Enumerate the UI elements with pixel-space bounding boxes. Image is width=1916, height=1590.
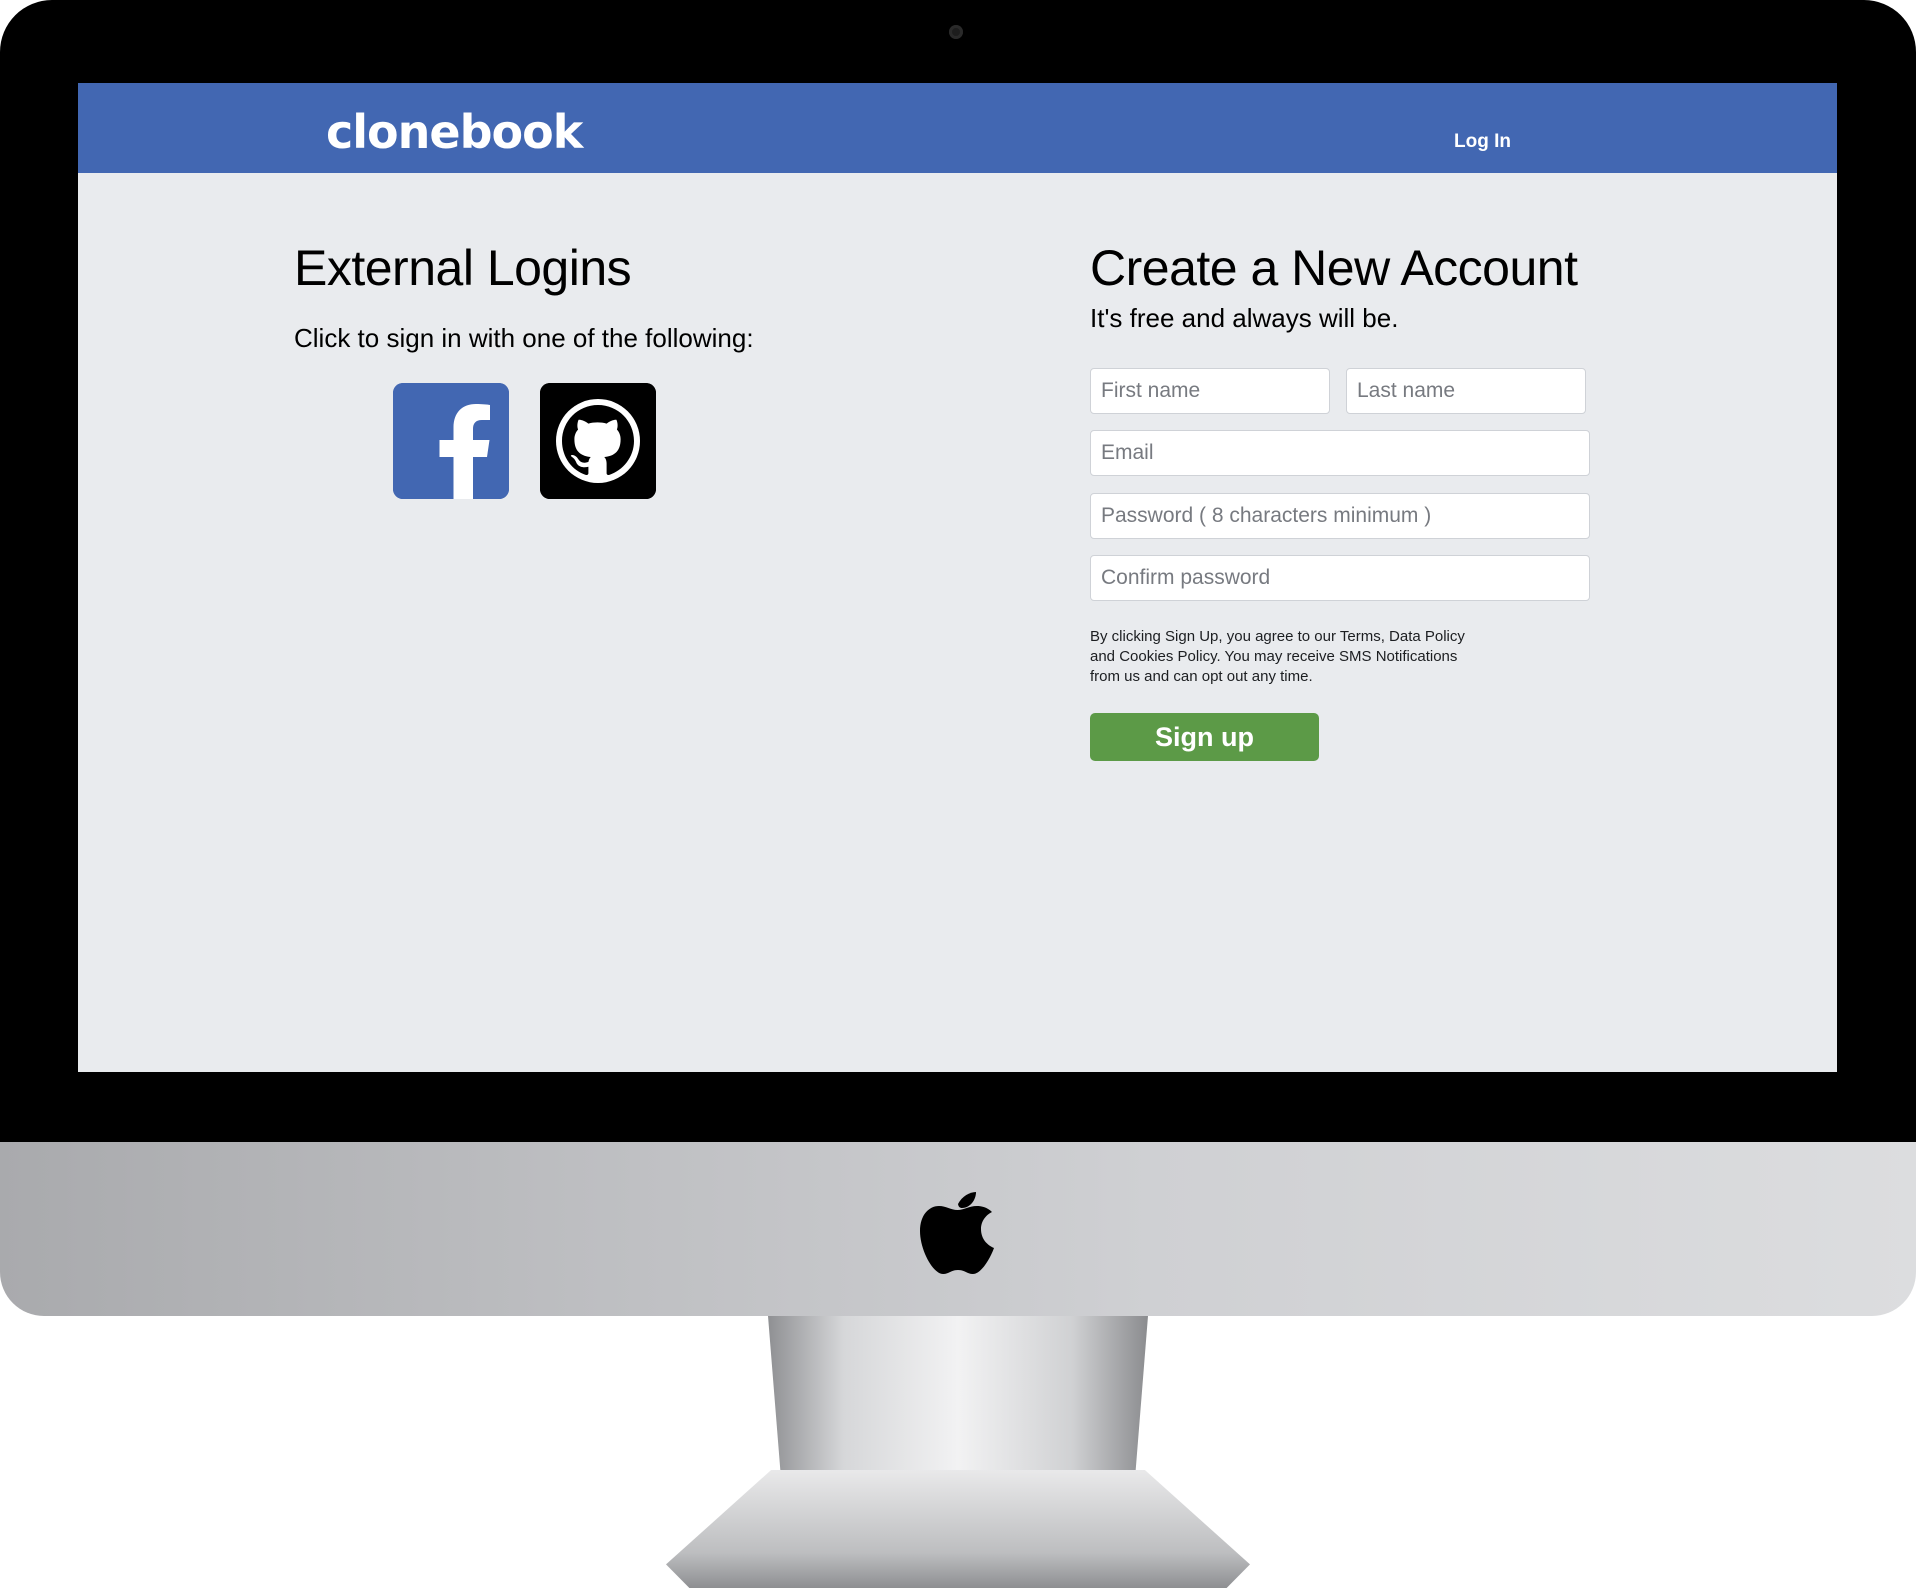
github-login-button[interactable] bbox=[540, 383, 656, 499]
confirm-password-input[interactable] bbox=[1090, 555, 1590, 601]
create-account-title: Create a New Account bbox=[1090, 240, 1578, 296]
facebook-login-button[interactable] bbox=[393, 383, 509, 499]
facebook-icon bbox=[393, 383, 509, 499]
first-name-input[interactable] bbox=[1090, 368, 1330, 414]
browser-screen: clonebook Log In External Logins Click t… bbox=[78, 83, 1837, 1072]
last-name-input[interactable] bbox=[1346, 368, 1586, 414]
sign-up-button[interactable]: Sign up bbox=[1090, 713, 1319, 761]
github-icon bbox=[540, 383, 656, 499]
top-navbar: clonebook Log In bbox=[78, 83, 1837, 173]
external-logins-title: External Logins bbox=[294, 240, 632, 296]
stand-base bbox=[666, 1470, 1250, 1588]
monitor-chin bbox=[0, 1142, 1916, 1316]
camera-icon bbox=[949, 25, 963, 39]
password-input[interactable] bbox=[1090, 493, 1590, 539]
external-logins-subtitle: Click to sign in with one of the followi… bbox=[294, 323, 754, 353]
brand-logo[interactable]: clonebook bbox=[326, 105, 583, 159]
email-input[interactable] bbox=[1090, 430, 1590, 476]
imac-mockup: clonebook Log In External Logins Click t… bbox=[0, 0, 1916, 1590]
create-account-subtitle: It's free and always will be. bbox=[1090, 303, 1399, 333]
login-link[interactable]: Log In bbox=[1454, 131, 1511, 153]
terms-notice: By clicking Sign Up, you agree to our Te… bbox=[1090, 628, 1465, 685]
apple-icon bbox=[920, 1192, 994, 1274]
